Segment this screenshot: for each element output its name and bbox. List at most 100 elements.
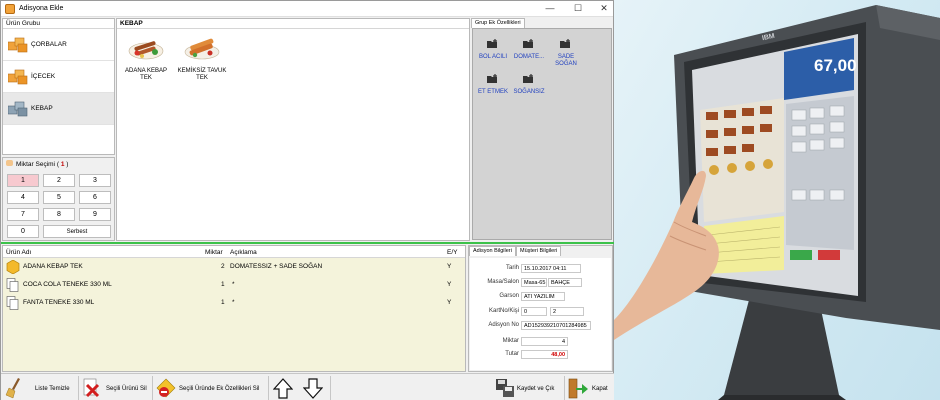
key-3[interactable]: 3 [79,174,111,187]
move-down-button[interactable] [301,376,327,400]
order-item-desc: * [232,281,235,288]
group-item-soups[interactable]: ÇORBALAR [3,29,114,61]
product-boneless-chicken[interactable]: KEMİKSİZ TAVUK TEK [173,35,231,83]
extra-label: BOL ACILI [478,54,508,60]
order-row[interactable]: ADANA KEBAP TEK 2 DOMATESSIZ + SADE SOĞA… [3,259,465,275]
tab-group-extras[interactable]: Grup Ek Özellikleri [471,18,525,28]
order-no-label: Adisyon No [488,322,519,328]
extra-extra-spicy[interactable]: BOL ACILI [473,39,513,61]
maximize-button[interactable]: ☐ [565,1,591,16]
delete-selected-button[interactable]: Seçili Ürünü Sil [80,376,152,400]
delete-extras-button[interactable]: Seçili Üründe Ek Özellikleri Sil [154,376,268,400]
product-adana-kebab[interactable]: ADANA KEBAP TEK [117,35,175,83]
total-qty-field: 4 [521,337,568,346]
tab-order-info[interactable]: Adisyon Bilgileri [469,246,516,256]
order-list: Ürün Adı Miktar Açıklama E/Y ADANA KEBAP… [2,245,466,372]
key-8[interactable]: 8 [43,208,75,221]
key-4[interactable]: 4 [7,191,39,204]
toolbar-separator [564,376,565,400]
delete-document-icon [83,378,100,398]
salon-field[interactable]: BAHÇE [548,278,582,287]
minimize-button[interactable]: — [537,1,563,16]
extra-tomato[interactable]: DOMATE... [509,39,549,61]
toolbar-separator [78,376,79,400]
table-field[interactable]: Masa-65 [521,278,547,287]
toolbar-separator [330,376,331,400]
quantity-close-paren: ) [66,161,69,168]
total-field: 48,00 [521,350,568,359]
order-item-ey: Y [447,299,452,306]
close-label: Kapat [592,386,608,392]
order-row[interactable]: COCA COLA TENEKE 330 ML 1 * Y [3,277,465,293]
toolbar-separator [268,376,269,400]
key-9[interactable]: 9 [79,208,111,221]
table-label: Masa/Salon [487,279,519,285]
remove-extras-icon [156,378,176,398]
group-label-kebab: KEBAP [31,105,53,112]
key-6[interactable]: 6 [79,191,111,204]
key-free[interactable]: Serbest [43,225,111,238]
save-and-exit-button[interactable]: Kaydet ve Çık [493,376,563,400]
group-folder-selected-icon [8,101,28,117]
col-product-name: Ürün Adı [6,249,32,256]
add-folder-icon [487,39,497,48]
bottom-toolbar: Liste Temizle Seçili Ürünü Sil Seçili Ür… [1,373,615,400]
close-button[interactable]: Kapat [566,376,612,400]
order-item-qty: 2 [221,263,225,270]
key-7[interactable]: 7 [7,208,39,221]
extra-plain-onion[interactable]: SADE SOĞAN [546,39,586,68]
group-extras-panel: Grup Ek Özellikleri BOL ACILI DOMATE... … [471,18,613,241]
arrow-down-icon [303,378,323,399]
pos-terminal-photo: 67,00 IBM [614,0,940,400]
extra-label: DOMATE... [513,54,545,60]
key-1[interactable]: 1 [7,174,39,187]
card-label: KartNo/Kişi [488,308,519,314]
group-item-drinks[interactable]: İÇECEK [3,61,114,93]
group-item-kebab[interactable]: KEBAP [3,93,114,125]
exit-door-icon [568,378,588,399]
product-group-header: Ürün Grubu [3,19,114,29]
add-folder-icon [487,74,497,83]
quantity-header: Miktar Seçimi ( 1 ) [6,160,68,168]
order-info-body: Tarih 15.10.2017 04:11 Masa/Salon Masa-6… [470,258,611,370]
key-2[interactable]: 2 [43,174,75,187]
add-folder-icon [523,74,533,83]
card-field[interactable]: 0 [521,307,547,316]
save-and-exit-label: Kaydet ve Çık [517,386,555,392]
delete-extras-label: Seçili Üründe Ek Özellikleri Sil [179,386,260,392]
add-folder-icon [523,39,533,48]
waiter-field[interactable]: ATI YAZILIM [521,292,565,301]
quantity-open-paren: ( [56,161,59,168]
order-item-qty: 1 [221,281,225,288]
product-name: KEMİKSİZ TAVUK [177,67,227,74]
waiter-label: Garson [499,293,519,299]
quantity-label: Miktar Seçimi [16,161,56,168]
order-item-desc: DOMATESSIZ + SADE SOĞAN [230,263,323,270]
kebab-plate-icon [128,41,164,60]
extra-label-line2: SOĞAN [555,61,577,67]
add-folder-icon [560,39,570,48]
order-no-field[interactable]: AD152939210701284985 [521,321,591,330]
hand-icon [6,160,13,166]
move-up-button[interactable] [271,376,297,400]
window-title: Adisyona Ekle [19,5,64,12]
extra-label: SADE [557,54,575,60]
tab-customer-info[interactable]: Müşteri Bilgileri [516,246,562,256]
pos-terminal-illustration [614,5,940,400]
pos-screen-total: 67,00 [814,56,857,75]
app-icon [5,4,15,14]
product-panel-header: KEBAP [117,19,469,29]
order-row[interactable]: FANTA TENEKE 330 ML 1 * Y [3,295,465,311]
key-5[interactable]: 5 [43,191,75,204]
persons-field[interactable]: 2 [550,307,584,316]
clear-list-label: Liste Temizle [35,386,70,392]
date-field[interactable]: 15.10.2017 04:11 [521,264,581,273]
clear-list-button[interactable]: Liste Temizle [3,376,77,400]
extra-et-etmek[interactable]: ET ETMEK [473,74,513,96]
extra-no-onion[interactable]: SOĞANSIZ [509,74,549,96]
product-panel: KEBAP ADANA KEBAP TEK KEMİKSİZ TAVUK TEK [116,18,470,241]
order-item-qty: 1 [221,299,225,306]
key-0[interactable]: 0 [7,225,39,238]
document-icon [6,278,19,292]
title-bar: Adisyona Ekle — ☐ ✕ [1,1,613,17]
